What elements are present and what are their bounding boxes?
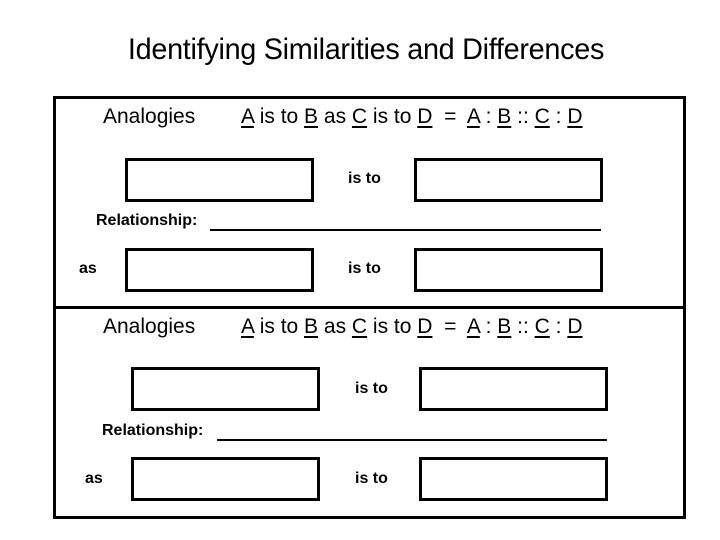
formula-b2: B [497,315,512,338]
is-to-label: is to [355,380,388,397]
formula-text: is to [367,105,418,128]
formula-a2: A [466,315,480,338]
formula-text: as [318,315,352,338]
relationship-input-line[interactable] [210,229,601,231]
term-d-box[interactable] [414,248,603,292]
page-title: Identifying Similarities and Differences [127,33,605,66]
term-c-box[interactable] [125,248,314,292]
formula-c2: C [534,315,550,338]
term-c-box[interactable] [131,457,320,501]
formula-c2: C [534,105,550,128]
formula-c: C [351,315,368,338]
term-b-box[interactable] [414,158,603,202]
formula-text: is to [253,315,305,338]
analogies-heading: Analogies [103,315,196,338]
formula-text: is to [253,105,305,128]
formula-c: C [351,105,368,128]
formula-a: A [241,105,254,128]
term-a-box[interactable] [131,367,320,411]
analogy-formula: A is to B as C is to D = A : B :: C : D [241,105,583,129]
relationship-label: Relationship: [96,212,198,229]
formula-b: B [304,315,319,338]
formula-a2: A [466,105,480,128]
formula-d: D [417,105,433,128]
relationship-input-line[interactable] [217,439,607,441]
term-a-box[interactable] [125,158,314,202]
formula-sep: : [479,315,498,338]
relationship-label: Relationship: [102,422,204,439]
as-label: as [79,260,97,277]
formula-a: A [241,315,254,338]
term-b-box[interactable] [419,367,608,411]
formula-equals: = [432,315,467,338]
formula-sep: :: [511,105,535,128]
as-label: as [85,470,103,487]
formula-text: as [318,105,352,128]
term-d-box[interactable] [419,457,608,501]
formula-d: D [417,315,433,338]
formula-b2: B [497,105,512,128]
formula-sep: : [549,105,568,128]
is-to-label: is to [348,260,381,277]
formula-text: is to [367,315,418,338]
is-to-label: is to [348,170,381,187]
formula-d2: D [567,315,583,338]
formula-b: B [304,105,319,128]
formula-equals: = [432,105,467,128]
formula-sep: :: [511,315,535,338]
formula-sep: : [479,105,498,128]
formula-sep: : [549,315,568,338]
section-divider [53,306,686,309]
is-to-label: is to [355,470,388,487]
formula-d2: D [567,105,583,128]
analogy-formula: A is to B as C is to D = A : B :: C : D [241,315,583,339]
analogies-heading: Analogies [103,105,196,128]
